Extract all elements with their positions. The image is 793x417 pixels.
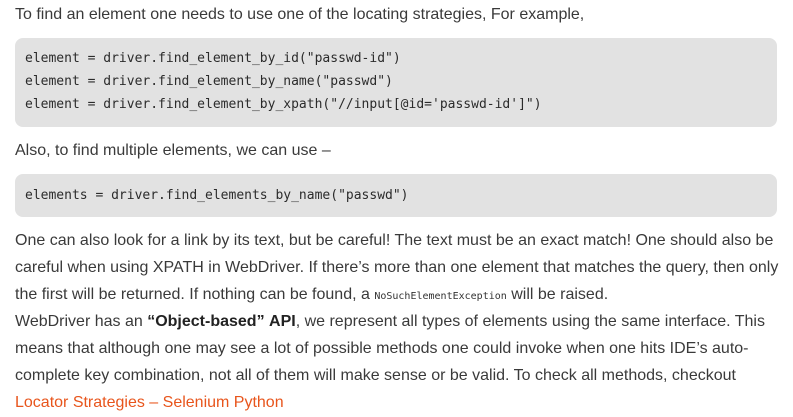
locator-strategies-link[interactable]: Locator Strategies – Selenium Python — [15, 394, 284, 411]
code-line: element = driver.find_element_by_xpath("… — [25, 97, 542, 112]
multiple-elements-intro: Also, to find multiple elements, we can … — [15, 142, 331, 159]
code-line: element = driver.find_element_by_id("pas… — [25, 51, 401, 66]
object-based-api-paragraph: WebDriver has an “Object-based” API, we … — [15, 308, 779, 416]
bold-api: API — [269, 313, 296, 330]
xpath-caution-paragraph: One can also look for a link by its text… — [15, 227, 779, 310]
paragraph-text: WebDriver has an — [15, 313, 148, 330]
bold-object-based: “Object-based” — [147, 313, 265, 330]
intro-text: To find an element one needs to use one … — [15, 6, 585, 23]
exception-name-code: NoSuchElementException — [374, 291, 507, 302]
code-block-find-element: element = driver.find_element_by_id("pas… — [15, 38, 777, 127]
code-block-find-elements: elements = driver.find_elements_by_name(… — [15, 174, 777, 217]
code-line: elements = driver.find_elements_by_name(… — [25, 188, 409, 203]
code-line: element = driver.find_element_by_name("p… — [25, 74, 393, 89]
paragraph-text: will be raised. — [506, 286, 609, 303]
